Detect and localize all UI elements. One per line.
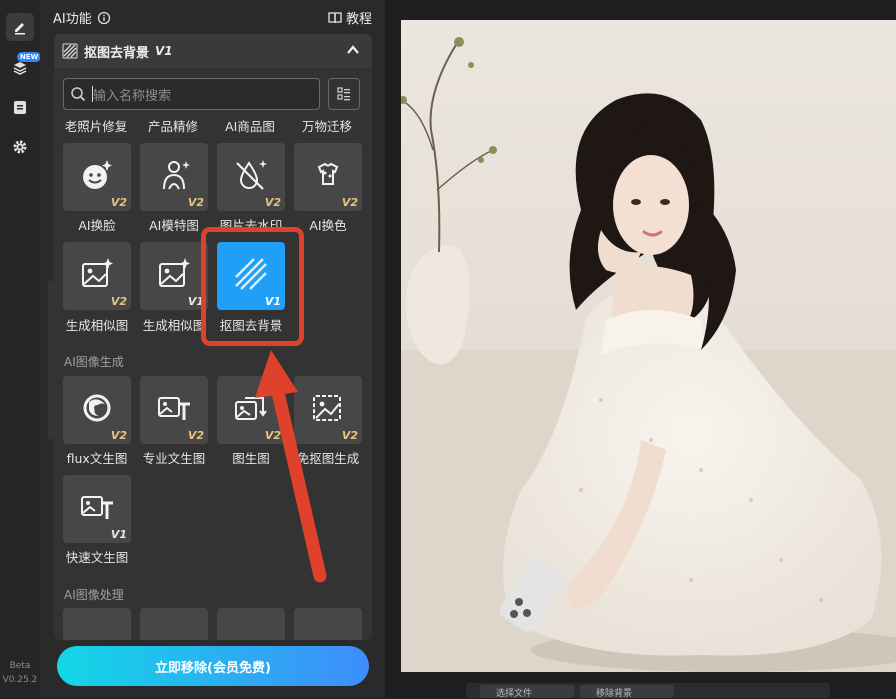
version-label: V0.25.2 xyxy=(2,675,38,685)
version-tag: V2 xyxy=(264,196,281,209)
version-tag: V2 xyxy=(187,196,204,209)
tool-partial-icon xyxy=(79,622,115,640)
clipboard-icon xyxy=(14,101,26,114)
pen-icon xyxy=(15,23,25,35)
version-tag: V2 xyxy=(341,196,358,209)
version-tag: V2 xyxy=(187,429,204,442)
search-placeholder: 输入名称搜索 xyxy=(93,88,172,104)
canvas-image[interactable] xyxy=(401,20,896,672)
section-ai-image-processing: AI图像处理 xyxy=(64,588,124,602)
version-tag: V2 xyxy=(110,429,127,442)
tool-watermark-remove[interactable]: V2 xyxy=(217,143,285,211)
tool-tile-partial[interactable] xyxy=(140,608,208,640)
tool-label-product-retouch[interactable]: 产品精修 xyxy=(135,116,211,135)
info-icon[interactable] xyxy=(97,11,111,25)
tool-tile-partial[interactable] xyxy=(217,608,285,640)
dropdown-header[interactable]: 抠图去背景 V1 xyxy=(54,34,372,68)
settings-button[interactable] xyxy=(6,133,34,161)
beta-label: Beta xyxy=(9,661,31,671)
tool-label: AI换脸 xyxy=(78,218,116,233)
select-file-button[interactable]: 选择文件 xyxy=(480,685,574,699)
image-sparkle-icon xyxy=(82,258,113,287)
list-view-icon xyxy=(337,87,350,101)
tool-ai-face-swap[interactable]: V2 xyxy=(63,143,131,211)
new-badge: NEW xyxy=(17,52,42,62)
version-tag: V2 xyxy=(341,429,358,442)
tool-flux-text-to-image[interactable]: V2 xyxy=(63,376,131,444)
version-tag: V1 xyxy=(110,528,127,541)
panel-title-text: AI功能 xyxy=(53,12,92,27)
tool-label: flux文生图 xyxy=(66,451,128,466)
model-person-icon xyxy=(163,161,190,190)
layers-icon xyxy=(13,62,27,75)
tool-label-ai-product[interactable]: AI商品图 xyxy=(212,116,288,135)
image-text-icon xyxy=(158,397,190,420)
gear-icon xyxy=(13,140,27,154)
tool-label: AI模特图 xyxy=(149,218,199,233)
tool-label: 生成相似图 xyxy=(65,318,129,333)
remove-bg-button[interactable]: 移除背景 xyxy=(580,685,674,699)
tool-label: 专业文生图 xyxy=(142,451,206,466)
remove-now-button[interactable]: 立即移除(会员免费) xyxy=(57,646,369,686)
face-smile-sparkle-icon xyxy=(83,160,112,189)
droplet-remove-icon xyxy=(236,160,267,190)
tutorial-text: 教程 xyxy=(346,12,373,27)
notes-button[interactable] xyxy=(6,93,34,121)
version-tag: V2 xyxy=(110,196,127,209)
shape-partial-icon xyxy=(233,622,269,640)
tool-ai-recolor[interactable]: V2 xyxy=(294,143,362,211)
highlight-box xyxy=(201,227,304,346)
tool-quick-text-to-image[interactable]: V1 xyxy=(63,475,131,543)
list-view-button[interactable] xyxy=(328,78,360,110)
tool-label-old-photo[interactable]: 老照片修复 xyxy=(58,116,134,135)
chevron-up-icon[interactable] xyxy=(346,43,360,57)
book-icon xyxy=(328,11,342,23)
expand-partial-icon xyxy=(310,622,346,640)
tool-tile-partial[interactable] xyxy=(63,608,131,640)
search-icon xyxy=(71,87,86,102)
tool-similar-image-v2[interactable]: V2 xyxy=(63,242,131,310)
left-rail: NEW Beta V0.25.2 xyxy=(0,0,42,698)
dropdown-title: 抠图去背景 xyxy=(84,45,150,61)
edit-pen-button[interactable] xyxy=(6,13,34,41)
tool-ai-model[interactable]: V2 xyxy=(140,143,208,211)
tutorial-link[interactable]: 教程 xyxy=(328,8,372,27)
tool-pro-text-to-image[interactable]: V2 xyxy=(140,376,208,444)
flux-swirl-icon xyxy=(83,394,111,422)
tool-similar-image-v1[interactable]: V1 xyxy=(140,242,208,310)
palette-shirt-icon xyxy=(317,162,339,185)
tool-label-transfer[interactable]: 万物迁移 xyxy=(289,116,365,135)
annotation-arrow-icon xyxy=(255,350,327,583)
tool-tile-partial[interactable] xyxy=(294,608,362,640)
portrait-photo-icon xyxy=(401,20,896,672)
tool-label: 快速文生图 xyxy=(65,550,129,565)
version-tag: V2 xyxy=(110,295,127,308)
dropdown-version: V1 xyxy=(155,44,173,58)
section-ai-image-generation: AI图像生成 xyxy=(64,355,124,369)
search-input[interactable]: 输入名称搜索 xyxy=(63,78,320,110)
image-text-icon xyxy=(81,496,113,519)
panel-title: AI功能 xyxy=(53,8,111,27)
image-sparkle-icon xyxy=(159,258,190,287)
diagonal-stripes-icon xyxy=(62,43,78,59)
brush-partial-icon xyxy=(156,622,192,640)
